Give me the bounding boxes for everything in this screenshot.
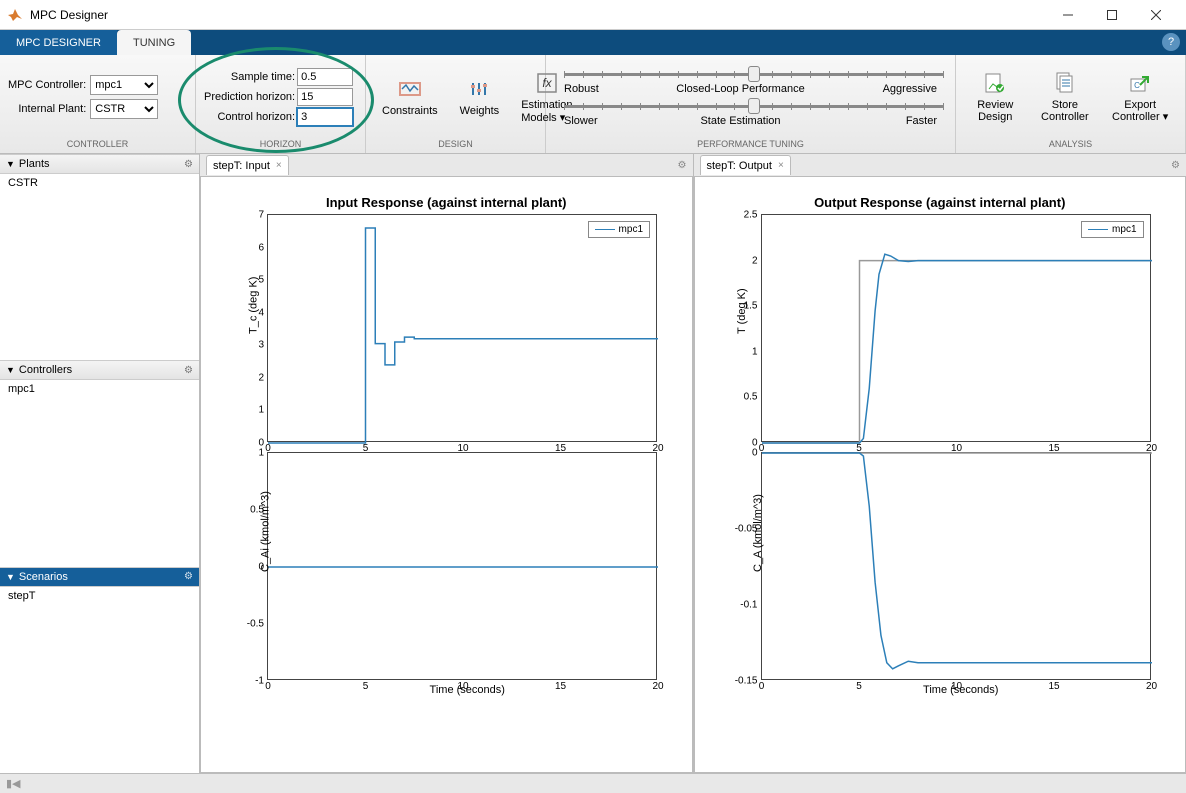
mpc-controller-label: MPC Controller: [8, 79, 86, 91]
closed-loop-perf-label: Closed-Loop Performance [614, 83, 867, 95]
axes-output-t: 00.511.522.505101520mpc1T (deg K) [761, 214, 1162, 442]
input-plot-canvas: Input Response (against internal plant) … [200, 176, 693, 773]
review-design-button[interactable]: Review Design [964, 71, 1026, 123]
state-estimation-label: State Estimation [614, 115, 867, 127]
axes-input-cai: -1-0.500.5105101520C_Ai (kmol/m^3)Time (… [267, 452, 668, 680]
scenarios-panel-header[interactable]: ▼ Scenarios ⚙ [0, 567, 199, 587]
controllers-panel-header[interactable]: ▼ Controllers ⚙ [0, 360, 199, 380]
analysis-group-label: ANALYSIS [956, 139, 1185, 153]
svg-text:C: C [1134, 81, 1140, 90]
output-plot-canvas: Output Response (against internal plant)… [694, 176, 1186, 773]
sidebar: ▼ Plants ⚙ CSTR ▼ Controllers ⚙ mpc1 ▼ S… [0, 154, 200, 773]
axes-output-ca: -0.15-0.1-0.05005101520C_A (kmol/m^3)Tim… [761, 452, 1162, 680]
gear-icon[interactable]: ⚙ [184, 571, 193, 582]
mpc-controller-select[interactable]: mpc1 [90, 75, 158, 95]
control-horizon-input[interactable] [297, 108, 353, 126]
plants-list-item[interactable]: CSTR [0, 174, 199, 192]
doc-tab-input[interactable]: stepT: Input × [206, 155, 289, 175]
collapse-icon: ▼ [6, 159, 15, 169]
faster-label: Faster [867, 115, 937, 127]
controller-group-label: CONTROLLER [0, 139, 195, 153]
sample-time-label: Sample time: [204, 71, 295, 83]
collapse-icon: ▼ [6, 572, 15, 582]
design-group-label: DESIGN [366, 139, 545, 153]
minimize-button[interactable] [1046, 0, 1090, 30]
gear-icon[interactable]: ⚙ [184, 159, 193, 170]
tab-mpc-designer[interactable]: MPC DESIGNER [0, 30, 117, 55]
close-icon[interactable]: × [276, 160, 282, 171]
toolstrip: MPC Controller: mpc1 Internal Plant: CST… [0, 55, 1186, 154]
tab-tuning[interactable]: TUNING [117, 30, 191, 55]
export-controller-icon: C [1128, 71, 1152, 95]
doc-tab-output[interactable]: stepT: Output × [700, 155, 791, 175]
gear-icon[interactable]: ⚙ [184, 365, 193, 376]
status-bar: ▮◀ [0, 773, 1186, 793]
constraints-button[interactable]: Constraints [374, 77, 446, 117]
aggressive-label: Aggressive [867, 83, 937, 95]
state-estimation-slider[interactable] [564, 97, 944, 115]
weights-button[interactable]: Weights [452, 77, 508, 117]
gear-icon[interactable]: ⚙ [678, 160, 687, 171]
axes-input-tc: 0123456705101520mpc1T_c (deg K) [267, 214, 668, 442]
review-design-icon [983, 71, 1007, 95]
store-controller-icon [1053, 71, 1077, 95]
sample-time-input[interactable] [297, 68, 353, 86]
window-title: MPC Designer [30, 8, 1046, 22]
closed-loop-performance-slider[interactable] [564, 65, 944, 83]
horizon-group-label: HORIZON [196, 139, 365, 153]
slower-label: Slower [564, 115, 614, 127]
title-bar: MPC Designer [0, 0, 1186, 30]
scenarios-list-item[interactable]: stepT [0, 587, 199, 605]
status-back-icon[interactable]: ▮◀ [6, 777, 21, 790]
matlab-icon [8, 7, 24, 23]
output-plot-title: Output Response (against internal plant) [709, 195, 1172, 210]
perf-tuning-group-label: PERFORMANCE TUNING [546, 139, 955, 153]
maximize-button[interactable] [1090, 0, 1134, 30]
gear-icon[interactable]: ⚙ [1171, 160, 1180, 171]
constraints-icon [398, 77, 422, 101]
robust-label: Robust [564, 83, 614, 95]
input-plot-title: Input Response (against internal plant) [215, 195, 678, 210]
close-button[interactable] [1134, 0, 1178, 30]
collapse-icon: ▼ [6, 365, 15, 375]
internal-plant-label: Internal Plant: [8, 103, 86, 115]
help-button[interactable]: ? [1162, 33, 1180, 51]
close-icon[interactable]: × [778, 160, 784, 171]
weights-icon [467, 77, 491, 101]
prediction-horizon-label: Prediction horizon: [204, 91, 295, 103]
ribbon-tabstrip: MPC DESIGNER TUNING ? [0, 30, 1186, 55]
export-controller-button[interactable]: C Export Controller ▾ [1103, 71, 1177, 123]
store-controller-button[interactable]: Store Controller [1032, 71, 1097, 123]
prediction-horizon-input[interactable] [297, 88, 353, 106]
plants-panel-header[interactable]: ▼ Plants ⚙ [0, 154, 199, 174]
controllers-list-item[interactable]: mpc1 [0, 380, 199, 398]
internal-plant-select[interactable]: CSTR [90, 99, 158, 119]
control-horizon-label: Control horizon: [204, 111, 295, 123]
